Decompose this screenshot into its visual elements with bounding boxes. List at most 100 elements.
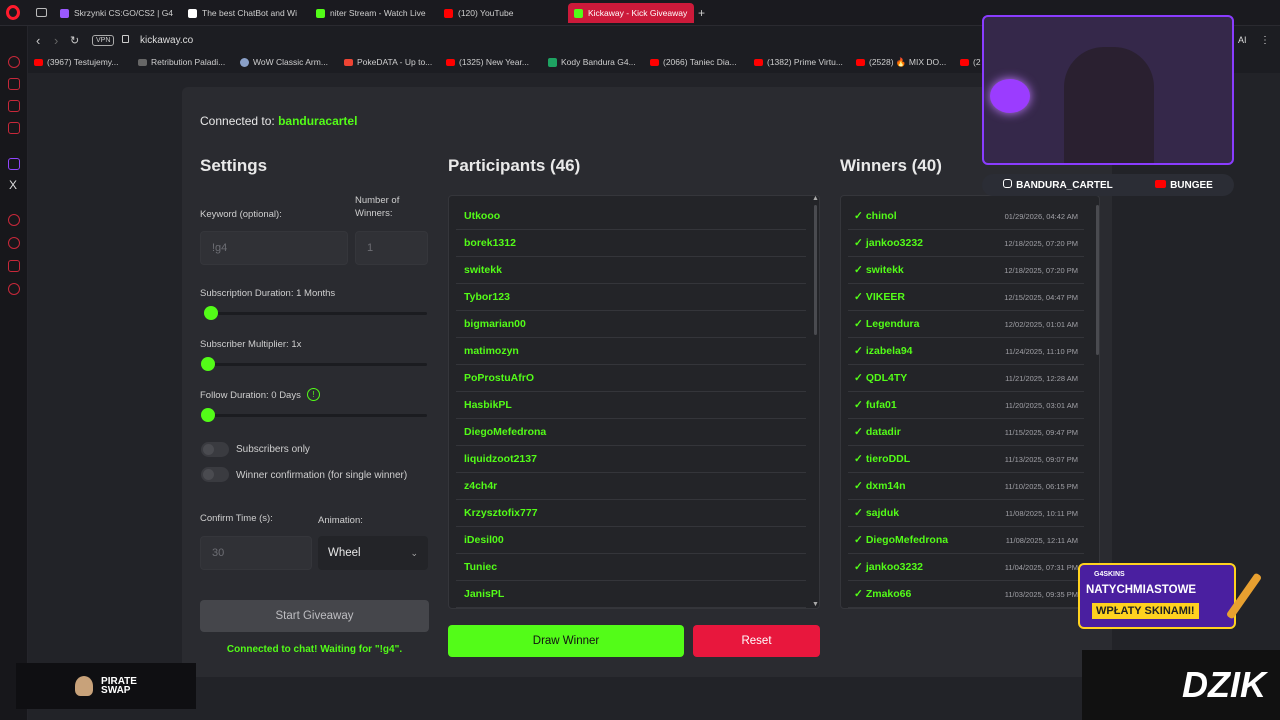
bookmark-item[interactable]: (2528) 🔥 MIX DO... [856, 57, 946, 68]
participant-name: HasbikPL [464, 399, 512, 411]
messenger-icon[interactable] [8, 100, 20, 112]
menu-icon[interactable]: ⋮ [1260, 35, 1270, 46]
check-icon: ✓ [854, 426, 863, 438]
winner-date: 12/02/2025, 01:01 AM [1004, 319, 1078, 329]
youtube-handle: BUNGEE [1155, 179, 1213, 191]
participant-name: borek1312 [464, 237, 516, 249]
winner-entry: ✓ jankoo3232 [854, 561, 923, 573]
x-icon[interactable]: X [9, 178, 17, 192]
tab-stream[interactable]: niter Stream - Watch Live [316, 3, 434, 23]
winner-date: 11/20/2025, 03:01 AM [1005, 400, 1078, 410]
participant-row: Krzysztofix777 [456, 500, 806, 527]
subscription-duration-label: Subscription Duration: 1 Months [200, 288, 336, 299]
follow-duration-thumb[interactable] [201, 408, 215, 422]
bookmarks-icon[interactable] [8, 260, 20, 272]
tab-overview-icon[interactable] [36, 8, 47, 17]
participant-name: DiegoMefedrona [464, 426, 547, 438]
boar-logo-icon [990, 79, 1030, 113]
tab-kickaway[interactable]: Kickaway - Kick Giveaway [568, 3, 694, 23]
subscriber-multiplier-thumb[interactable] [201, 357, 215, 371]
back-icon[interactable]: ‹ [36, 33, 40, 48]
winner-entry: ✓ jankoo3232 [854, 237, 923, 249]
vpn-badge[interactable]: VPN [92, 34, 115, 46]
winner-date: 12/15/2025, 04:47 PM [1004, 292, 1078, 302]
winner-name: switekk [865, 264, 904, 276]
tab-favicon-icon [60, 8, 69, 18]
winner-entry: ✓ izabela94 [854, 345, 913, 357]
bookmark-item[interactable]: (3967) Testujemy... [34, 57, 119, 67]
url-field[interactable]: kickaway.co [140, 35, 193, 46]
aria-icon[interactable] [8, 56, 20, 68]
winner-date: 11/21/2025, 12:28 AM [1005, 373, 1078, 383]
player-icon[interactable] [8, 122, 20, 134]
history-icon[interactable] [8, 214, 20, 226]
winner-date: 12/18/2025, 07:20 PM [1004, 265, 1078, 275]
shopping-icon[interactable] [8, 78, 20, 90]
participant-row: Tybor123 [456, 284, 806, 311]
ai-button[interactable]: AI [1238, 35, 1247, 45]
info-icon[interactable]: ! [307, 388, 320, 401]
tab-favicon-icon [444, 8, 453, 18]
reset-button[interactable]: Reset [693, 625, 820, 657]
instagram-icon [1003, 179, 1013, 188]
scroll-up-icon[interactable]: ▲ [812, 195, 819, 202]
winner-date: 11/10/2025, 06:15 PM [1004, 481, 1078, 491]
bookmark-item[interactable]: Kody Bandura G4... [548, 57, 636, 67]
winner-entry: ✓ Zmako66 [854, 588, 911, 600]
participants-scrollbar[interactable] [814, 205, 817, 335]
participants-title: Participants (46) [448, 156, 581, 175]
confirm-time-input[interactable]: 30 [200, 536, 312, 570]
settings-icon[interactable] [8, 283, 20, 295]
subscription-duration-thumb[interactable] [204, 306, 218, 320]
check-icon: ✓ [854, 561, 863, 573]
winner-entry: ✓ chinol [854, 210, 897, 222]
draw-winner-button[interactable]: Draw Winner [448, 625, 684, 657]
winner-name: Legendura [865, 318, 920, 330]
winner-row: ✓ QDL4TY 11/21/2025, 12:28 AM [848, 365, 1084, 392]
winner-row: ✓ jankoo3232 12/18/2025, 07:20 PM [848, 230, 1084, 257]
subscription-duration-slider[interactable] [205, 312, 427, 315]
twitch-icon[interactable] [8, 158, 20, 170]
winner-name: jankoo3232 [865, 237, 924, 249]
bookmark-item[interactable]: (1382) Prime Virtu... [754, 57, 843, 67]
participant-row: JanisPL [456, 581, 806, 608]
opera-logo-icon[interactable] [6, 5, 20, 20]
winners-scrollbar[interactable] [1096, 205, 1099, 355]
animation-select[interactable]: Wheel ⌄ [318, 536, 428, 570]
tab-skrzynki[interactable]: Skrzynki CS:GO/CS2 | G4 [60, 3, 178, 23]
participant-row: DiegoMefedrona [456, 419, 806, 446]
follow-duration-label: Follow Duration: 0 Days [200, 390, 301, 401]
participant-row: z4ch4r [456, 473, 806, 500]
bookmark-item[interactable]: WoW Classic Arm... [240, 57, 328, 67]
follow-duration-slider[interactable] [202, 414, 427, 417]
number-of-winners-input[interactable]: 1 [355, 231, 428, 265]
forward-icon[interactable]: › [54, 33, 58, 48]
bookmark-item[interactable]: (1325) New Year... [446, 57, 529, 67]
clock-icon[interactable] [8, 237, 20, 249]
tab-chatbot[interactable]: The best ChatBot and Wi [188, 3, 306, 23]
number-of-winners-label: Number of Winners: [355, 195, 400, 219]
participant-name: Tybor123 [464, 291, 510, 303]
bookmark-item[interactable]: PokeDATA - Up to... [344, 57, 432, 67]
subscriber-multiplier-slider[interactable] [202, 363, 427, 366]
wow-icon [240, 57, 249, 67]
bookmark-item[interactable]: (2066) Taniec Dia... [650, 57, 737, 67]
new-tab-button[interactable]: + [698, 6, 705, 20]
subscribers-only-toggle[interactable] [201, 442, 229, 457]
winner-row: ✓ chinol 01/29/2026, 04:42 AM [848, 203, 1084, 230]
winner-date: 12/18/2025, 07:20 PM [1004, 238, 1078, 248]
scroll-down-icon[interactable]: ▼ [812, 601, 819, 608]
winner-name: datadir [865, 426, 901, 438]
keyword-input[interactable]: !g4 [200, 231, 348, 265]
reload-icon[interactable]: ↻ [70, 34, 79, 47]
winner-row: ✓ datadir 11/15/2025, 09:47 PM [848, 419, 1084, 446]
winner-date: 11/08/2025, 10:11 PM [1005, 508, 1078, 518]
check-icon: ✓ [854, 291, 863, 303]
bookmark-item[interactable]: Retribution Paladi... [138, 57, 225, 67]
start-giveaway-button[interactable]: Start Giveaway [200, 600, 429, 632]
bookmark-item[interactable]: (2 [960, 57, 981, 67]
lock-icon [122, 35, 129, 43]
winner-confirmation-toggle[interactable] [201, 467, 229, 482]
tab-youtube[interactable]: (120) YouTube [444, 3, 562, 23]
chevron-down-icon: ⌄ [410, 547, 418, 558]
